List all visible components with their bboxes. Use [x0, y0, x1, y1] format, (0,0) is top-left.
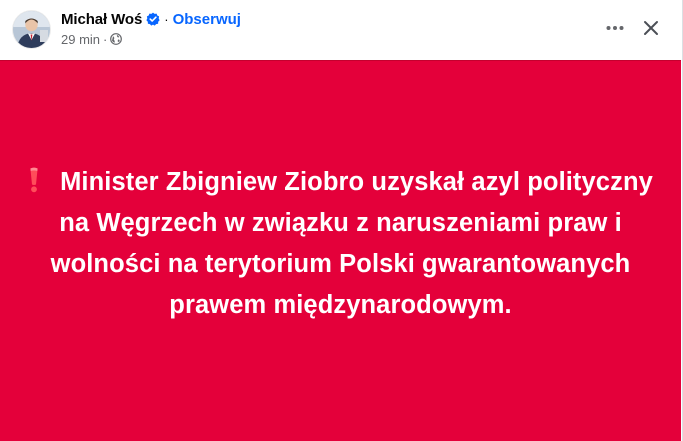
close-button[interactable]	[635, 12, 667, 44]
name-separator: ·	[164, 11, 169, 27]
author-name[interactable]: Michał Woś	[61, 11, 142, 28]
post-dialog: Michał Woś · Obserwuj 29 min · Minister …	[0, 0, 683, 441]
post-header: Michał Woś · Obserwuj 29 min ·	[0, 0, 681, 60]
post-timestamp[interactable]: 29 min	[61, 32, 100, 47]
meta-separator: ·	[103, 31, 108, 47]
close-icon	[644, 21, 658, 35]
verified-badge-icon	[146, 12, 160, 26]
author-line: Michał Woś · Obserwuj	[61, 9, 241, 29]
post-meta: 29 min ·	[61, 30, 123, 48]
more-horizontal-icon	[606, 26, 624, 30]
author-avatar[interactable]	[13, 11, 50, 48]
post-body-text: Minister Zbigniew Ziobro uzyskał azyl po…	[50, 168, 653, 319]
post-content-background[interactable]: Minister Zbigniew Ziobro uzyskał azyl po…	[0, 60, 681, 441]
globe-icon[interactable]	[110, 33, 123, 45]
red-exclamation-icon	[28, 165, 40, 193]
follow-button[interactable]: Obserwuj	[173, 11, 241, 28]
post-text-block: Minister Zbigniew Ziobro uzyskał azyl po…	[21, 162, 661, 326]
more-options-button[interactable]	[598, 13, 632, 43]
avatar-image	[13, 11, 50, 48]
